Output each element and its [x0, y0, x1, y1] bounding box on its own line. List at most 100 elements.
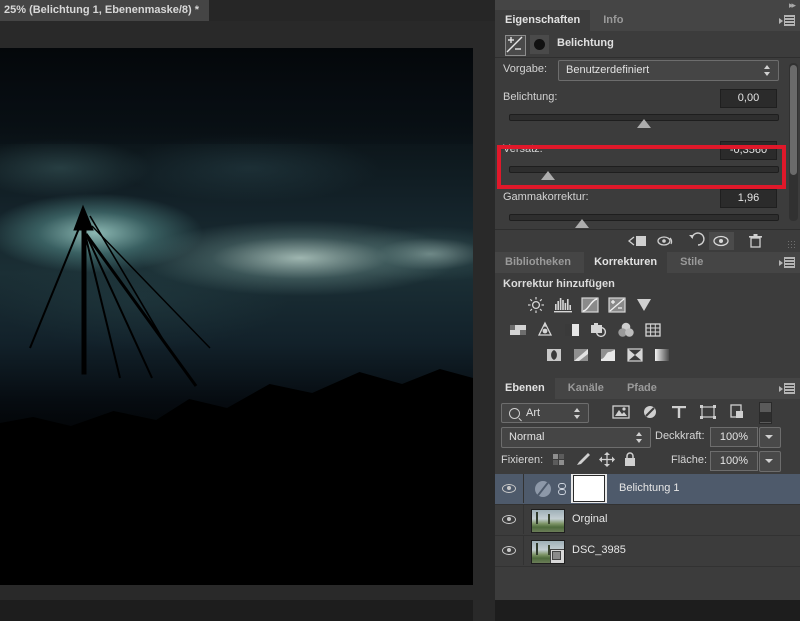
dock-collapse-bar[interactable]: ▸▸ — [495, 0, 800, 10]
eye-icon[interactable] — [502, 515, 516, 524]
tab-bibliotheken[interactable]: Bibliotheken — [495, 252, 581, 273]
layer-kind-select[interactable]: Art — [501, 403, 589, 423]
layer-thumbnail[interactable] — [531, 540, 565, 564]
chevron-updown-icon[interactable] — [764, 65, 771, 76]
photo-filter-icon[interactable] — [588, 320, 610, 340]
image-canvas[interactable] — [0, 48, 473, 585]
layers-tab-row: Ebenen Kanäle Pfade — [495, 378, 800, 400]
adjustment-row — [495, 295, 800, 320]
double-chevron-right-icon[interactable]: ▸▸ — [789, 1, 794, 9]
tab-stile[interactable]: Stile — [670, 252, 713, 273]
properties-body: Belichtung Vorgabe: Benutzerdefiniert Be… — [495, 31, 800, 252]
selective-color-icon[interactable] — [624, 345, 646, 365]
preset-row: Vorgabe: Benutzerdefiniert — [495, 60, 785, 80]
gamma-slider[interactable] — [509, 214, 779, 221]
filter-shape-icon[interactable] — [698, 403, 718, 421]
filter-pixel-icon[interactable] — [611, 403, 631, 421]
panel-menu-icon[interactable] — [779, 257, 795, 268]
filter-enable-switch[interactable] — [759, 402, 772, 424]
filter-adjustment-icon[interactable] — [640, 403, 660, 421]
opacity-value[interactable]: 100% — [710, 427, 758, 447]
lock-transparent-pixels-icon[interactable] — [551, 452, 569, 469]
posterize-icon[interactable] — [570, 345, 592, 365]
adjustments-body: Korrektur hinzufügen — [495, 273, 800, 378]
exposure-slider[interactable] — [509, 114, 779, 121]
panel-resize-grip[interactable] — [787, 240, 797, 250]
fill-value[interactable]: 100% — [710, 451, 758, 471]
link-icon[interactable] — [557, 483, 567, 496]
blend-mode-select[interactable]: Normal — [501, 427, 651, 448]
exposure-row: Belichtung: 0,00 — [495, 91, 785, 107]
toggle-visibility-icon[interactable] — [709, 232, 734, 250]
gamma-slider-thumb[interactable] — [575, 219, 589, 228]
tab-pfade[interactable]: Pfade — [617, 378, 667, 399]
adjustment-thumbnail[interactable] — [535, 481, 551, 497]
lock-position-icon[interactable] — [599, 452, 617, 469]
opacity-dropdown-button[interactable] — [759, 427, 781, 448]
fill-dropdown-button[interactable] — [759, 451, 781, 472]
color-lookup-icon[interactable] — [642, 320, 664, 340]
exposure-value[interactable]: 0,00 — [720, 89, 777, 108]
panel-menu-icon[interactable] — [779, 383, 795, 394]
vibrance-icon[interactable] — [633, 295, 655, 315]
reset-icon[interactable] — [681, 232, 706, 250]
layer-visibility-toggle[interactable] — [495, 474, 524, 503]
levels-icon[interactable] — [552, 295, 574, 315]
canvas-right-gutter — [473, 42, 495, 621]
delete-adjustment-icon[interactable] — [743, 232, 768, 250]
filter-type-icon[interactable] — [669, 403, 689, 421]
gamma-label: Gammakorrektur: — [503, 191, 589, 203]
layer-thumbnail[interactable] — [531, 509, 565, 533]
gradient-map-icon[interactable] — [651, 345, 673, 365]
eye-icon[interactable] — [502, 484, 516, 493]
layer-name[interactable]: Orginal — [572, 513, 607, 525]
threshold-icon[interactable] — [597, 345, 619, 365]
layer-name[interactable]: Belichtung 1 — [619, 482, 680, 494]
layers-panel: Ebenen Kanäle Pfade Art — [495, 378, 800, 600]
layer-mask-thumbnail[interactable] — [574, 476, 604, 501]
chevron-updown-icon[interactable] — [636, 432, 643, 443]
preset-select[interactable]: Benutzerdefiniert — [558, 60, 779, 81]
black-and-white-icon[interactable] — [561, 320, 583, 340]
layer-visibility-toggle[interactable] — [495, 536, 524, 565]
properties-panel: Eigenschaften Info — [495, 10, 800, 252]
layer-mask-icon[interactable] — [530, 35, 549, 54]
view-previous-state-icon[interactable] — [653, 232, 678, 250]
layer-name[interactable]: DSC_3985 — [572, 544, 626, 556]
adjustment-icon-grid — [495, 295, 800, 370]
tab-eigenschaften[interactable]: Eigenschaften — [495, 10, 590, 31]
properties-scrollbar[interactable] — [789, 63, 798, 221]
exposure-icon[interactable] — [606, 295, 628, 315]
tab-info[interactable]: Info — [593, 10, 633, 31]
exposure-adjustment-icon[interactable] — [505, 35, 526, 56]
invert-icon[interactable] — [543, 345, 565, 365]
table-row[interactable]: DSC_3985 — [495, 536, 800, 567]
table-row[interactable]: Belichtung 1 — [495, 474, 800, 505]
color-balance-icon[interactable] — [534, 320, 556, 340]
filter-smartobject-icon[interactable] — [727, 403, 747, 421]
hue-saturation-icon[interactable] — [507, 320, 529, 340]
table-row[interactable]: Orginal — [495, 505, 800, 536]
search-icon — [509, 408, 520, 419]
tab-korrekturen[interactable]: Korrekturen — [584, 252, 667, 273]
document-tab-bar: 25% (Belichtung 1, Ebenenmaske/8) * — [0, 0, 495, 22]
clip-to-layer-icon[interactable] — [625, 232, 650, 250]
lock-all-icon[interactable] — [623, 452, 641, 469]
eye-icon[interactable] — [502, 546, 516, 555]
properties-fields: Vorgabe: Benutzerdefiniert Belichtung: 0… — [495, 58, 785, 228]
channel-mixer-icon[interactable] — [615, 320, 637, 340]
properties-tab-row: Eigenschaften Info — [495, 10, 800, 32]
panel-menu-icon[interactable] — [779, 15, 795, 26]
curves-icon[interactable] — [579, 295, 601, 315]
lock-image-pixels-icon[interactable] — [575, 452, 593, 469]
gamma-value[interactable]: 1,96 — [720, 189, 777, 208]
exposure-slider-thumb[interactable] — [637, 119, 651, 128]
layer-visibility-toggle[interactable] — [495, 505, 524, 534]
canvas-workspace[interactable] — [0, 21, 495, 600]
tab-kanaele[interactable]: Kanäle — [558, 378, 614, 399]
document-tab[interactable]: 25% (Belichtung 1, Ebenenmaske/8) * — [0, 0, 209, 21]
tab-ebenen[interactable]: Ebenen — [495, 378, 555, 399]
brightness-contrast-icon[interactable] — [525, 295, 547, 315]
chevron-updown-icon[interactable] — [574, 408, 581, 419]
adjustment-row — [495, 345, 800, 370]
